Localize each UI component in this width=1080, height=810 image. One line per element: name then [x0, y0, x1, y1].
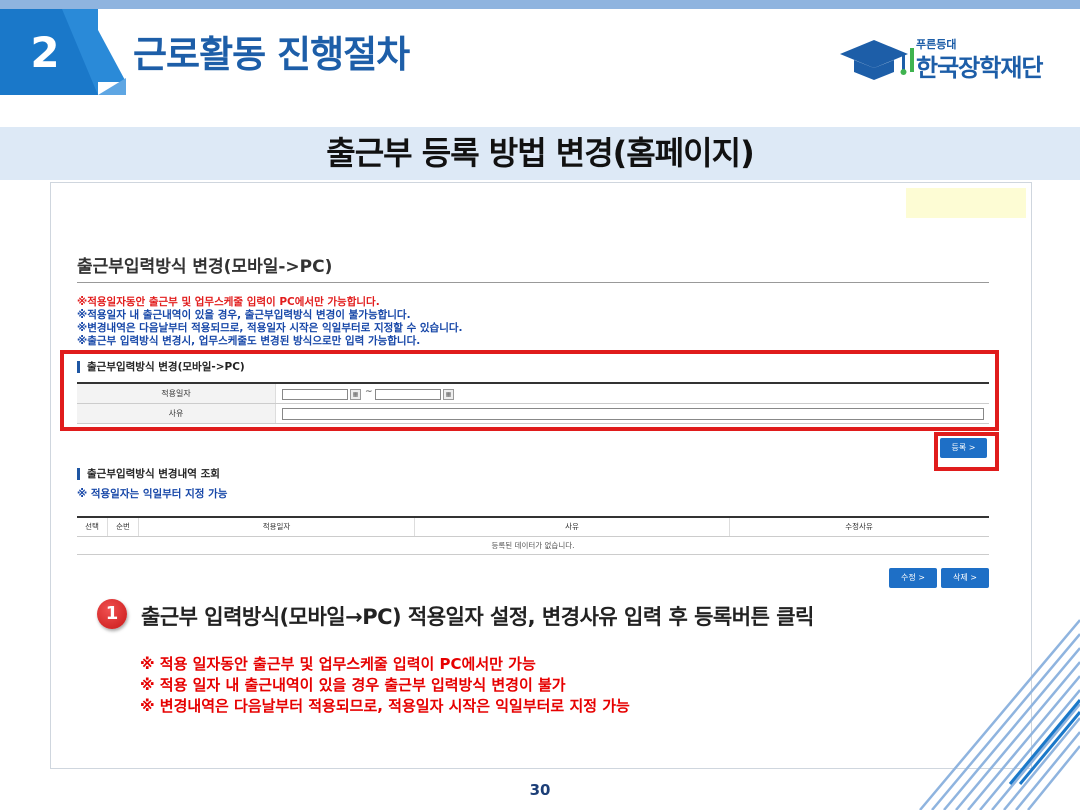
step-number-badge: 1: [97, 599, 127, 629]
column-header-reason: 사유: [415, 518, 730, 536]
page-title: 근로활동 진행절차: [133, 33, 410, 76]
logo-name: 한국장학재단: [916, 54, 1043, 82]
history-section-label: 출근부입력방식 변경내역 조회: [77, 468, 220, 480]
delete-button[interactable]: 삭제 >: [941, 568, 989, 588]
empty-message: 등록된 데이터가 없습니다.: [77, 537, 989, 555]
highlight-block: [906, 188, 1026, 218]
history-table: 선택 순번 적용일자 사유 수정사유 등록된 데이터가 없습니다.: [77, 516, 989, 555]
form-highlight-box: [60, 350, 999, 431]
register-highlight-box: [934, 432, 999, 471]
warning-line-2: ※ 적용 일자 내 출근내역이 있을 경우 출근부 입력방식 변경이 불가: [140, 676, 566, 694]
graduation-cap-icon: [840, 40, 914, 80]
instruction-text: 출근부 입력방식(모바일→PC) 적용일자 설정, 변경사유 입력 후 등록버튼…: [141, 605, 814, 629]
table-header: 선택 순번 적용일자 사유 수정사유: [77, 518, 989, 537]
page-number: 30: [529, 781, 551, 799]
logo: 푸른등대 한국장학재단: [840, 36, 1050, 86]
warning-line-3: ※ 변경내역은 다음날부터 적용되므로, 적용일자 시작은 익일부터로 지정 가…: [140, 697, 630, 715]
notice-line-4: ※출근부 입력방식 변경시, 업무스케줄도 변경된 방식으로만 입력 가능합니다…: [77, 335, 421, 347]
column-header-date: 적용일자: [139, 518, 415, 536]
section-number-wedge: [98, 30, 126, 82]
decorative-stripes: [919, 619, 1080, 810]
column-header-select: 선택: [77, 518, 108, 536]
form-title-divider: [77, 282, 989, 283]
top-accent-bar: [0, 0, 1080, 9]
history-note: ※ 적용일자는 익일부터 지정 가능: [77, 488, 228, 500]
warning-line-1: ※ 적용 일자동안 출근부 및 업무스케줄 입력이 PC에서만 가능: [140, 655, 536, 673]
section-number: 2: [30, 27, 60, 77]
subheading: 출근부 등록 방법 변경(홈페이지): [326, 134, 754, 172]
form-title: 출근부입력방식 변경(모바일->PC): [77, 257, 333, 277]
column-header-index: 순번: [108, 518, 139, 536]
edit-button[interactable]: 수정 >: [889, 568, 937, 588]
column-header-edit-reason: 수정사유: [845, 522, 873, 531]
